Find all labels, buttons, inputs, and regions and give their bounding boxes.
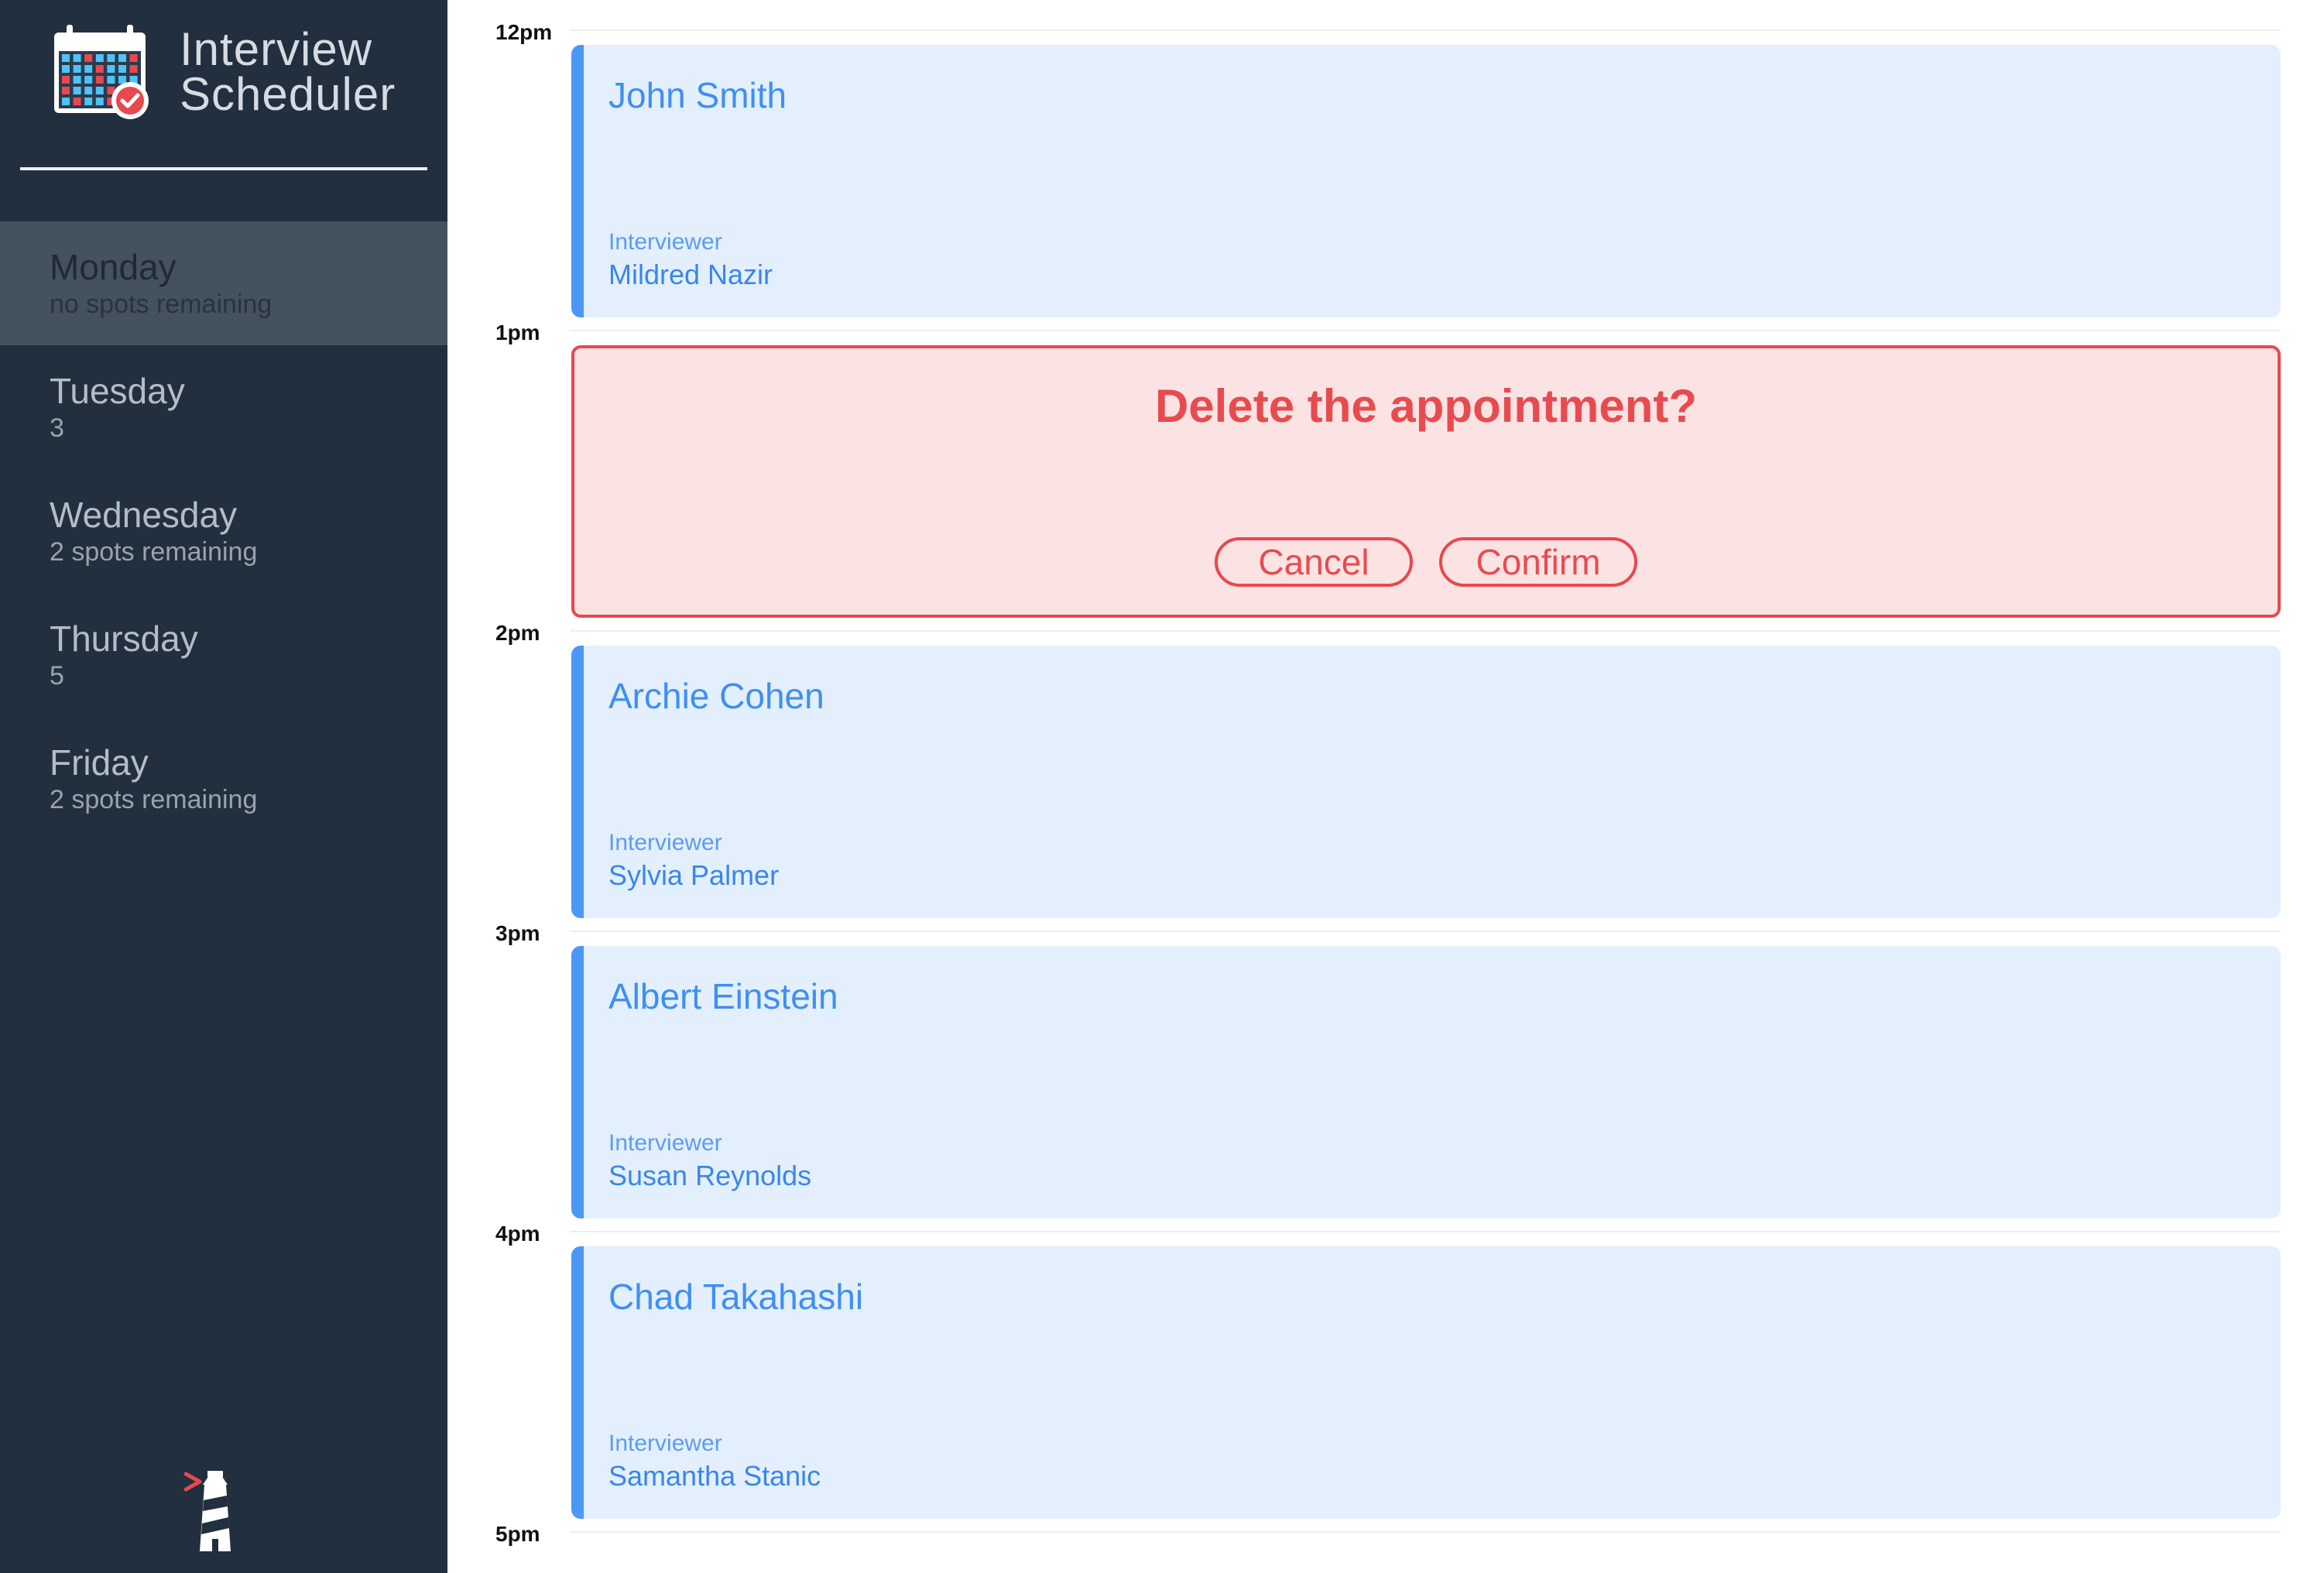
appointment-card[interactable]: Chad Takahashi Interviewer Samantha Stan… [571,1246,2281,1519]
hour-divider [570,330,2281,331]
day-item-wednesday[interactable]: Wednesday 2 spots remaining [0,469,447,593]
app-title: Interview Scheduler [180,23,396,120]
brand: Interview Scheduler [51,22,396,122]
day-spots: no spots remaining [50,290,273,319]
time-label: 2pm [495,621,540,645]
time-label: 4pm [495,1222,540,1246]
interviewer-label: Interviewer [608,1431,722,1456]
day-spots: 5 [50,661,64,691]
cancel-button[interactable]: Cancel [1215,537,1413,587]
day-item-tuesday[interactable]: Tuesday 3 [0,345,447,469]
app-root: Interview Scheduler Monday no spots rema… [0,0,2324,1573]
confirm-message: Delete the appointment? [1154,380,1698,432]
day-spots: 3 [50,413,64,443]
day-spots: 2 spots remaining [50,785,258,814]
day-item-thursday[interactable]: Thursday 5 [0,593,447,717]
appointment-card[interactable]: Albert Einstein Interviewer Susan Reynol… [571,946,2281,1218]
interviewer-label: Interviewer [608,830,722,855]
schedule: 12pm 1pm 2pm 3pm 4pm 5pm John Smith Inte… [447,0,2324,1573]
appointment-card[interactable]: John Smith Interviewer Mildred Nazir [571,45,2281,317]
interviewer-name: Sylvia Palmer [608,859,780,891]
day-item-monday[interactable]: Monday no spots remaining [0,221,447,345]
time-label: 1pm [495,320,540,344]
day-spots: 2 spots remaining [50,537,258,567]
interviewer-name: Samantha Stanic [608,1460,821,1492]
hour-divider [570,1531,2281,1533]
hour-divider [570,630,2281,632]
interviewer-label: Interviewer [608,1130,722,1156]
interviewer-name: Mildred Nazir [608,259,773,290]
day-list: Monday no spots remaining Tuesday 3 Wedn… [0,221,447,841]
time-label: 5pm [495,1522,540,1546]
app-title-line2: Scheduler [180,68,396,120]
time-label: 12pm [495,20,553,44]
interviewer-name: Susan Reynolds [608,1160,812,1191]
student-name: John Smith [608,75,787,115]
calendar-check-icon [54,25,149,119]
sidebar: Interview Scheduler Monday no spots rema… [0,0,447,1573]
lighthouse-icon [184,1471,231,1551]
app-title-line1: Interview [180,23,373,75]
delete-confirmation: Delete the appointment? Cancel Confirm [571,345,2281,618]
day-item-friday[interactable]: Friday 2 spots remaining [0,717,447,841]
appointment-card[interactable]: Archie Cohen Interviewer Sylvia Palmer [571,646,2281,918]
day-name: Monday [50,247,177,287]
hour-divider [570,930,2281,932]
day-name: Thursday [50,619,198,659]
time-label: 3pm [495,921,540,945]
hour-divider [570,29,2281,31]
student-name: Albert Einstein [608,976,838,1016]
confirm-button[interactable]: Confirm [1439,537,1637,587]
hour-divider [570,1231,2281,1232]
sidebar-divider [20,167,427,170]
student-name: Chad Takahashi [608,1277,864,1317]
day-name: Wednesday [50,495,238,535]
confirm-actions: Cancel Confirm [574,537,2278,587]
student-name: Archie Cohen [608,676,824,716]
interviewer-label: Interviewer [608,229,722,255]
day-name: Friday [50,742,149,783]
day-name: Tuesday [50,371,185,411]
